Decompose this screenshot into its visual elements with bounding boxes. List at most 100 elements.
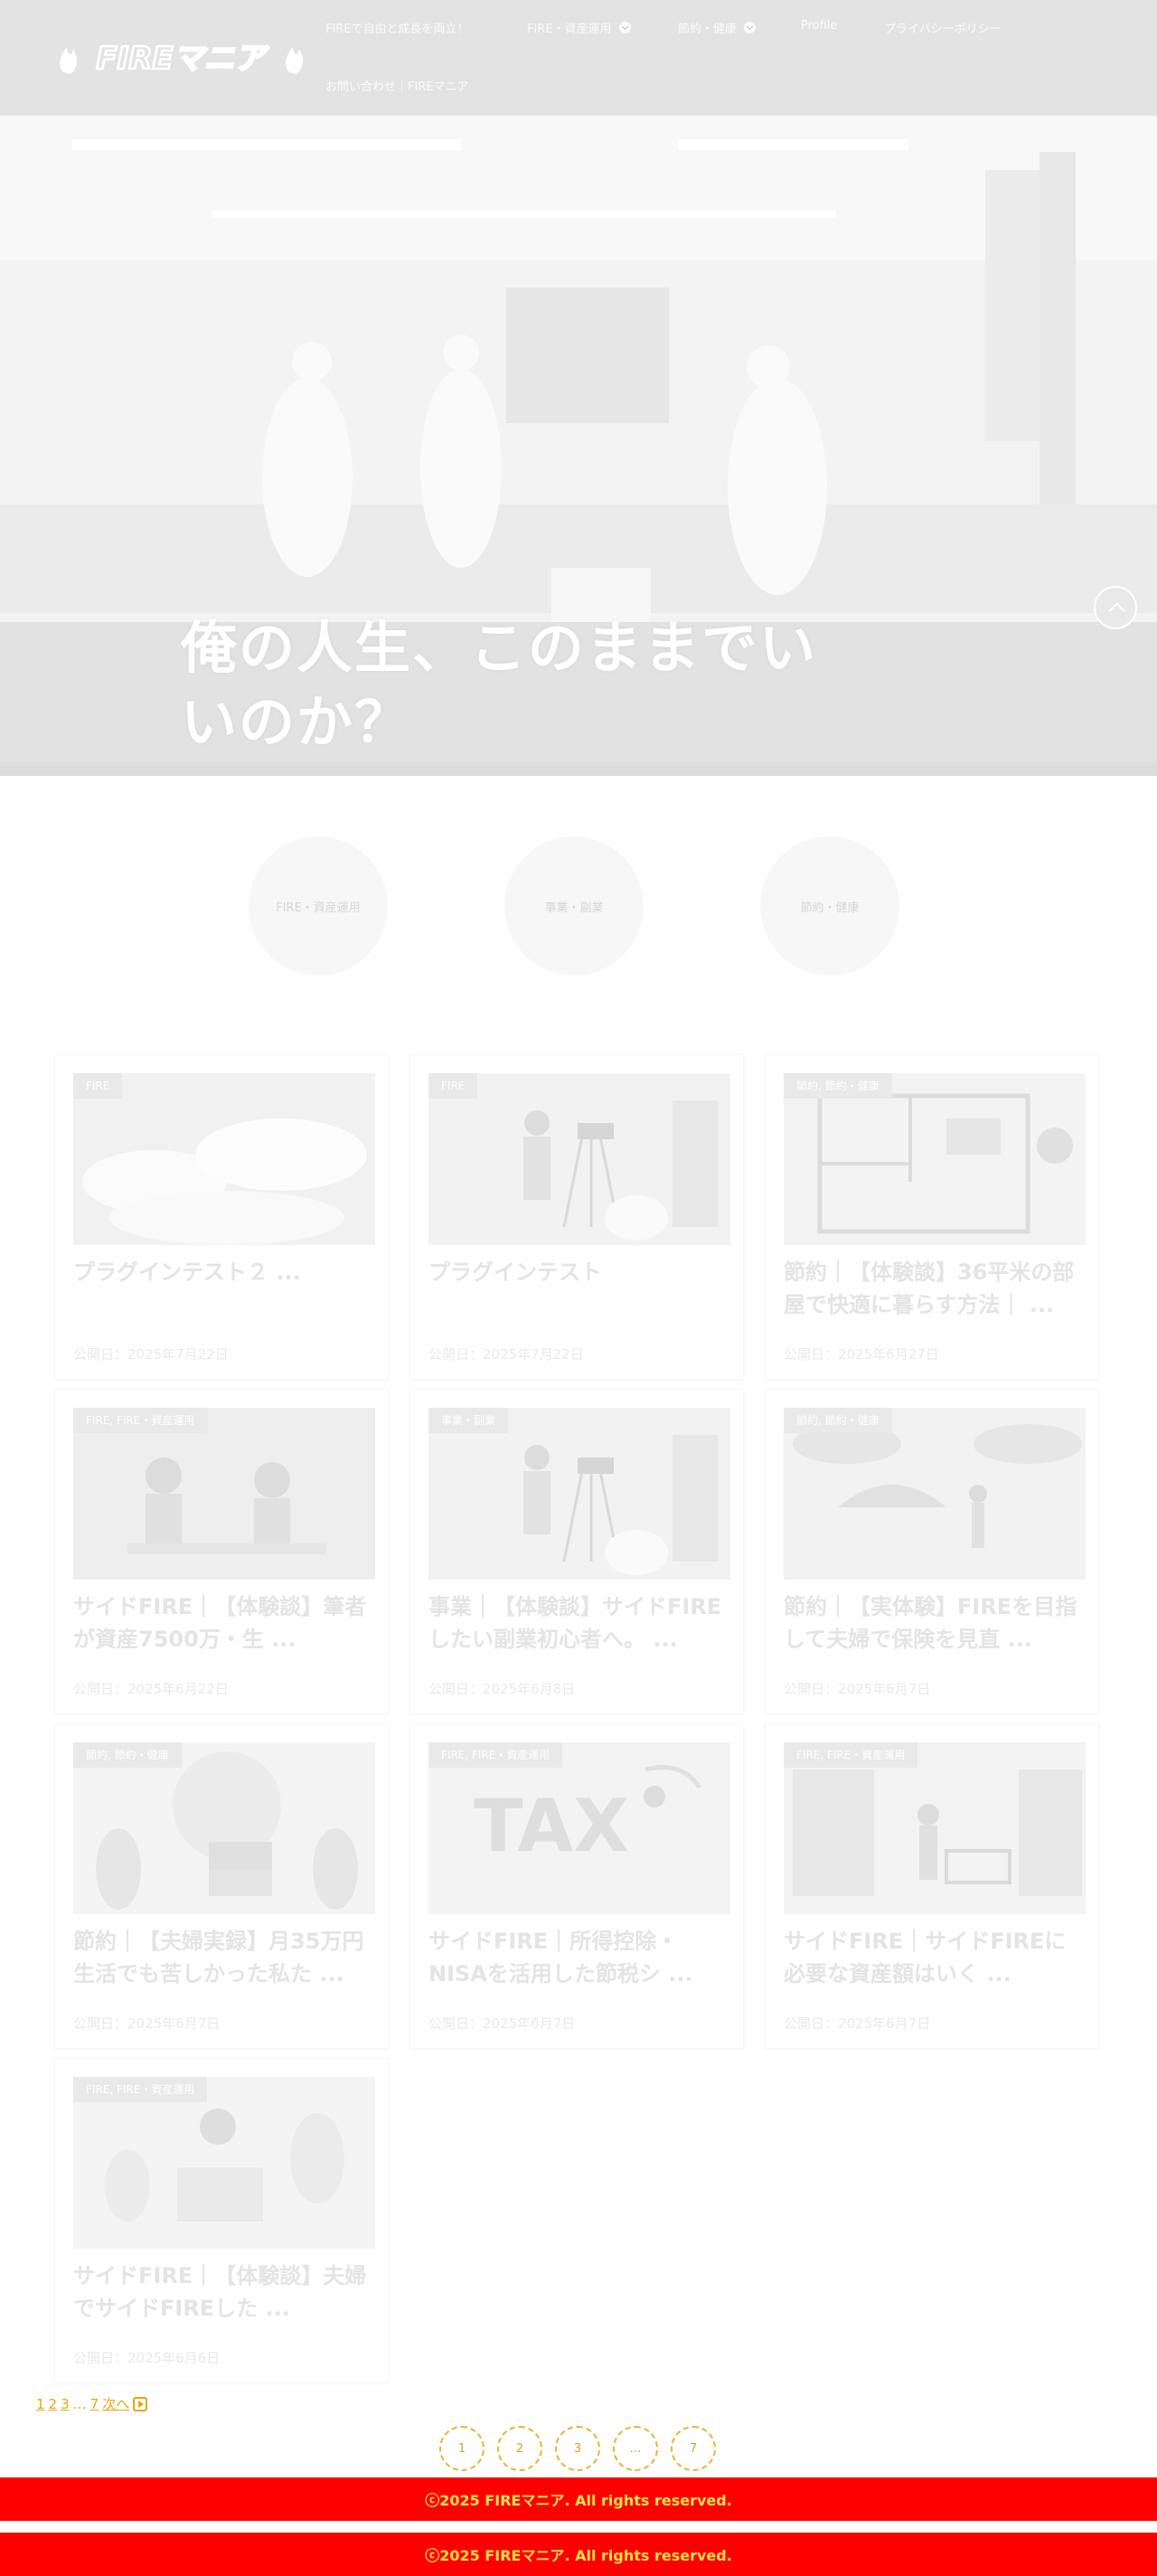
category-label: 事業・副業 (544, 901, 604, 915)
post-title[interactable]: サイドFIRE｜【体験談】筆者が資産7500万・生 ... (73, 1590, 375, 1656)
post-thumbnail[interactable]: 節約, 節約・健康 (784, 1073, 1086, 1245)
main-nav: FIREで自由と成長を両立！ FIRE・資産運用 節約・健康 Profile プ… (0, 0, 1157, 116)
post-card[interactable]: 節約, 節約・健康節約｜【実体験】FIREを目指して夫婦で保険を見直 ... 公開… (765, 1389, 1099, 1714)
nav-item-profile[interactable]: Profile (801, 19, 837, 33)
nav-item-saving-health[interactable]: 節約・健康 (678, 19, 757, 36)
post-card[interactable]: 節約, 節約・健康節約｜【夫婦実録】月35万円生活でも苦しかった私た ... 公開… (54, 1723, 389, 2049)
page-button-7[interactable]: 7 (671, 2426, 716, 2471)
post-date: 公開日：2025年6月7日 (73, 2015, 221, 2032)
nav-item-label: お問い合わせ｜FIREマニア (325, 80, 469, 94)
page-link-2[interactable]: 2 (49, 2396, 58, 2412)
post-thumbnail[interactable]: FIRE (428, 1073, 730, 1245)
nav-item-contact[interactable]: お問い合わせ｜FIREマニア (325, 77, 469, 94)
pagination-text: 1 2 3 … 7 次へ (36, 2394, 148, 2413)
post-card[interactable]: 節約, 節約・健康節約｜【体験談】36平米の部屋で快適に暮らす方法｜ ... 公開… (765, 1054, 1099, 1380)
page-link-1[interactable]: 1 (36, 2396, 45, 2412)
thumbnail-illustration (428, 1408, 730, 1580)
post-thumbnail[interactable]: 節約, 節約・健康 (784, 1408, 1086, 1580)
thumbnail-illustration (428, 1073, 730, 1245)
nav-item-label: Profile (801, 19, 838, 33)
post-thumbnail[interactable]: FIRE, FIRE・資産運用 (73, 1408, 375, 1580)
post-date: 公開日：2025年6月7日 (784, 1681, 931, 1697)
post-date: 公開日：2025年6月22日 (73, 1681, 229, 1697)
post-title[interactable]: サイドFIRE｜所得控除・NISAを活用した節税シ ... (428, 1925, 730, 1990)
post-card[interactable]: FIRE, FIRE・資産運用サイドFIRE｜【体験談】夫婦でサイドFIREした… (54, 2058, 389, 2383)
site-header: FIREマニア FIREで自由と成長を両立！ FIRE・資産運用 節約・健康 P… (0, 0, 1157, 116)
nav-item-label: プライバシーポリシー (884, 23, 1002, 36)
nav-item-fire-investment[interactable]: FIRE・資産運用 (527, 19, 631, 36)
post-category-tag: 節約, 節約・健康 (73, 1742, 182, 1768)
post-title[interactable]: 節約｜【夫婦実録】月35万円生活でも苦しかった私た ... (73, 1925, 375, 1990)
category-business-side-job[interactable]: 事業・副業 (504, 836, 644, 976)
post-thumbnail[interactable]: FIRE, FIRE・資産運用 (73, 2077, 375, 2249)
post-category-tag: 事業・副業 (428, 1408, 509, 1433)
page-button-1[interactable]: 1 (439, 2426, 484, 2471)
post-title[interactable]: 節約｜【体験談】36平米の部屋で快適に暮らす方法｜ ... (784, 1256, 1086, 1321)
copyright-text: ⓒ2025 FIREマニア. All rights reserved. (425, 2492, 732, 2509)
post-title[interactable]: 節約｜【実体験】FIREを目指して夫婦で保険を見直 ... (784, 1590, 1086, 1656)
post-date: 公開日：2025年7月22日 (73, 1346, 229, 1363)
post-date: 公開日：2025年6月8日 (428, 1681, 576, 1697)
post-title[interactable]: プラグインテスト (428, 1256, 730, 1288)
post-date: 公開日：2025年6月27日 (784, 1346, 939, 1363)
chevron-down-icon (618, 22, 631, 33)
page-ellipsis: … (72, 2395, 87, 2412)
post-title[interactable]: 事業｜【体験談】サイドFIREしたい副業初心者へ。 ... (428, 1590, 730, 1656)
post-title[interactable]: プラグインテスト２ ... (73, 1256, 375, 1288)
post-card[interactable]: 事業・副業事業｜【体験談】サイドFIREしたい副業初心者へ。 ... 公開日：20… (409, 1389, 744, 1714)
copyright-text: ⓒ2025 FIREマニア. All rights reserved. (425, 2547, 732, 2564)
post-category-tag: FIRE, FIRE・資産運用 (73, 1408, 208, 1433)
next-arrow-icon[interactable] (133, 2396, 148, 2411)
category-label: FIRE・資産運用 (276, 901, 361, 915)
nav-item-label: FIRE・資産運用 (527, 23, 612, 36)
thumbnail-illustration (73, 1408, 375, 1580)
page-link-3[interactable]: 3 (61, 2396, 70, 2412)
post-card[interactable]: FIRE, FIRE・資産運用サイドFIRE｜【体験談】筆者が資産7500万・生… (54, 1389, 389, 1714)
footer-bar-fixed: ⓒ2025 FIREマニア. All rights reserved. (0, 2533, 1157, 2576)
post-card[interactable]: FIRE, FIRE・資産運用サイドFIRE｜サイドFIREに必要な資産額はいく… (765, 1723, 1099, 2049)
category-saving-health[interactable]: 節約・健康 (760, 836, 899, 976)
chevron-down-icon (744, 22, 757, 33)
scroll-to-top-button[interactable] (1094, 586, 1137, 629)
post-title[interactable]: サイドFIRE｜【体験談】夫婦でサイドFIREした ... (73, 2260, 375, 2325)
page-button-3[interactable]: 3 (555, 2426, 600, 2471)
page-button-2[interactable]: 2 (497, 2426, 542, 2471)
post-thumbnail[interactable]: 節約, 節約・健康 (73, 1742, 375, 1914)
post-title[interactable]: サイドFIRE｜サイドFIREに必要な資産額はいく ... (784, 1925, 1086, 1990)
post-category-tag: FIRE, FIRE・資産運用 (428, 1742, 563, 1768)
thumbnail-illustration (784, 1742, 1086, 1914)
post-category-tag: FIRE, FIRE・資産運用 (73, 2077, 208, 2102)
nav-item-home[interactable]: FIREで自由と成長を両立！ (325, 19, 469, 36)
post-card[interactable]: TAX FIRE, FIRE・資産運用サイドFIRE｜所得控除・NISAを活用した… (409, 1723, 744, 2049)
hero-title: 俺の人生、このままでいいのか？ (181, 615, 818, 755)
post-thumbnail[interactable]: 事業・副業 (428, 1408, 730, 1580)
thumbnail-illustration: TAX (428, 1742, 730, 1914)
thumbnail-illustration (784, 1408, 1086, 1580)
post-category-tag: 節約, 節約・健康 (784, 1408, 892, 1433)
svg-text:TAX: TAX (474, 1784, 629, 1868)
thumbnail-illustration (73, 2077, 375, 2249)
post-date: 公開日：2025年7月22日 (428, 1346, 584, 1363)
hero-banner: 俺の人生、このままでいいのか？ (0, 116, 1157, 776)
page-ellipsis-button: … (613, 2426, 658, 2471)
post-date: 公開日：2025年6月7日 (428, 2015, 576, 2032)
nav-item-privacy-policy[interactable]: プライバシーポリシー (884, 19, 1002, 36)
nav-item-label: FIREで自由と成長を両立！ (325, 23, 469, 36)
footer-bar: ⓒ2025 FIREマニア. All rights reserved. (0, 2477, 1157, 2521)
next-page-link[interactable]: 次へ (102, 2394, 129, 2413)
thumbnail-illustration (73, 1073, 375, 1245)
thumbnail-illustration (73, 1742, 375, 1914)
page-link-7[interactable]: 7 (90, 2396, 99, 2412)
post-card[interactable]: FIRE プラグインテスト２ ... 公開日：2025年7月22日 (54, 1054, 389, 1380)
post-date: 公開日：2025年6月6日 (73, 2350, 221, 2366)
nav-item-label: 節約・健康 (678, 23, 738, 36)
page-root: FIREマニア FIREで自由と成長を両立！ FIRE・資産運用 節約・健康 P… (0, 0, 1157, 2576)
post-thumbnail[interactable]: TAX FIRE, FIRE・資産運用 (428, 1742, 730, 1914)
post-category-tag: FIRE, FIRE・資産運用 (784, 1742, 918, 1768)
post-thumbnail[interactable]: FIRE, FIRE・資産運用 (784, 1742, 1086, 1914)
post-thumbnail[interactable]: FIRE (73, 1073, 375, 1245)
category-label: 節約・健康 (800, 901, 860, 915)
post-card[interactable]: FIRE プラグインテスト公開日：2025年7月22日 (409, 1054, 744, 1380)
post-date: 公開日：2025年6月7日 (784, 2015, 931, 2032)
category-fire-investment[interactable]: FIRE・資産運用 (249, 836, 388, 976)
